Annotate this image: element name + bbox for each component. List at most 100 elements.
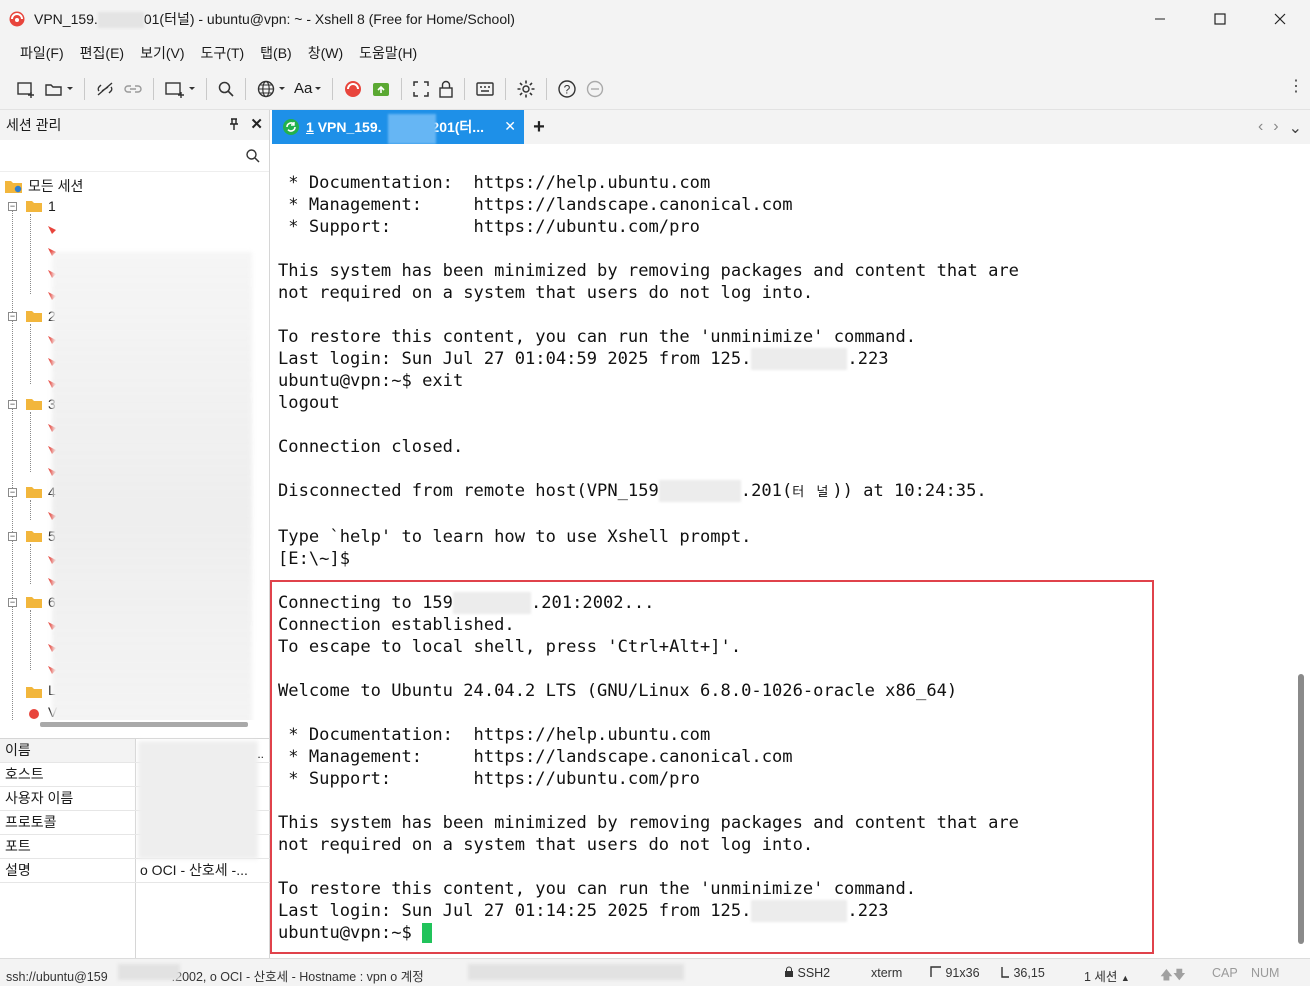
close-icon	[1274, 13, 1286, 25]
session-panel-title: 세션 관리	[6, 117, 62, 133]
terminal-scrollbar[interactable]	[1294, 144, 1310, 958]
prop-key-username: 사용자 이름	[0, 787, 136, 810]
collapse-icon[interactable]: −	[8, 312, 17, 321]
toolbar: Aa ? ⋮	[0, 68, 1310, 110]
collapse-icon[interactable]: −	[8, 532, 17, 541]
redacted-area	[468, 964, 684, 980]
svg-text:?: ?	[564, 82, 571, 96]
tab-list-icon[interactable]: ⌄	[1289, 118, 1302, 138]
status-num: NUM	[1251, 966, 1280, 980]
tab-prev-icon[interactable]: ‹	[1258, 118, 1263, 138]
minimize-button[interactable]	[1130, 0, 1190, 38]
prop-val-description: o OCI - 산호세 -...	[140, 862, 248, 878]
scrollbar-thumb[interactable]	[1298, 674, 1304, 944]
status-size: 91x36	[930, 966, 980, 980]
chevron-down-icon	[279, 86, 285, 90]
xshell-button[interactable]	[339, 75, 367, 103]
prop-key-port: 포트	[0, 835, 136, 858]
status-transfer-icon: 🡅🡇	[1160, 968, 1186, 982]
gear-icon	[517, 80, 535, 97]
link-icon	[124, 84, 142, 93]
redacted-area	[52, 252, 252, 720]
folder-icon	[26, 597, 42, 608]
chevron-down-icon	[315, 86, 322, 90]
tree-connector	[30, 544, 31, 584]
xshell-session-icon[interactable]	[28, 708, 40, 720]
fullscreen-button[interactable]	[408, 75, 434, 103]
toolbar-separator	[505, 77, 507, 100]
pin-icon[interactable]	[227, 117, 241, 131]
chat-icon	[587, 80, 604, 97]
toolbar-separator	[546, 77, 548, 100]
menu-help[interactable]: 도움말(H)	[351, 43, 425, 63]
menu-tab[interactable]: 탭(B)	[252, 43, 300, 63]
menu-edit[interactable]: 편집(E)	[72, 43, 132, 63]
tab-close-icon[interactable]: ✕	[504, 118, 516, 135]
folder-icon[interactable]	[26, 686, 42, 698]
folder-icon	[26, 487, 42, 498]
panel-splitter[interactable]	[40, 722, 248, 727]
session-options-button[interactable]	[160, 75, 200, 103]
tab-next-icon[interactable]: ›	[1273, 118, 1278, 138]
menu-file[interactable]: 파일(F)	[12, 43, 72, 63]
collapse-icon[interactable]: −	[8, 400, 17, 409]
help-button[interactable]: ?	[553, 75, 581, 103]
toolbar-overflow-icon[interactable]: ⋮	[1288, 76, 1304, 96]
tree-root-label: 모든 세션	[28, 178, 84, 194]
new-session-icon	[17, 81, 34, 98]
maximize-icon	[1214, 13, 1226, 25]
folder-label: 1	[48, 198, 56, 214]
menu-tools[interactable]: 도구(T)	[193, 43, 253, 63]
status-connection: ssh://ubuntu@159:2002, o OCI - 산호세 - Hos…	[6, 970, 424, 984]
unlink-icon	[97, 81, 113, 96]
redacted-area	[118, 964, 180, 980]
collapse-icon[interactable]: −	[8, 598, 17, 607]
folder-icon	[26, 399, 42, 410]
tree-root-all-sessions[interactable]: 모든 세션	[4, 176, 83, 196]
reconnect-button[interactable]	[119, 75, 147, 103]
folder-icon	[26, 531, 42, 542]
folder-open-icon	[45, 83, 62, 96]
close-window-button[interactable]	[1250, 0, 1310, 38]
globe-icon	[257, 80, 275, 97]
session-properties: 이름 .. 호스트 사용자 이름 프로토콜 포트 설명 o OCI - 산호세 …	[0, 738, 270, 959]
toolbar-separator	[332, 77, 334, 100]
menu-window[interactable]: 창(W)	[300, 43, 351, 63]
prop-key-description: 설명	[0, 859, 136, 882]
sessions-folder-icon	[5, 181, 22, 193]
find-button[interactable]	[213, 75, 239, 103]
chevron-down-icon	[67, 86, 73, 90]
font-label: Aa	[294, 80, 313, 97]
compose-button[interactable]	[471, 75, 499, 103]
collapse-icon[interactable]: −	[8, 202, 17, 211]
tab-session-1[interactable]: 1 VPN_159. .201(터... ✕	[272, 110, 524, 144]
session-icon[interactable]	[46, 224, 58, 236]
session-tree: 모든 세션 − 1 − 2 − 3	[0, 172, 269, 720]
status-protocol: SSH2	[784, 966, 830, 980]
xftp-button[interactable]	[367, 75, 395, 103]
menu-view[interactable]: 보기(V)	[132, 43, 192, 63]
redacted-area	[388, 114, 436, 144]
maximize-button[interactable]	[1190, 0, 1250, 38]
toolbar-separator	[245, 77, 246, 100]
new-session-button[interactable]	[12, 75, 40, 103]
session-panel-close-icon[interactable]: ✕	[250, 115, 263, 133]
prop-key-host: 호스트	[0, 763, 136, 786]
xshell-logo-icon	[9, 11, 25, 27]
session-search[interactable]	[0, 140, 269, 172]
lock-button[interactable]	[434, 75, 458, 103]
status-caps: CAP	[1212, 966, 1238, 980]
encoding-button[interactable]	[252, 75, 290, 103]
disconnect-button[interactable]	[91, 75, 119, 103]
lock-icon	[439, 80, 454, 98]
collapse-icon[interactable]: −	[8, 488, 17, 497]
help-icon: ?	[558, 79, 577, 98]
fullscreen-icon	[413, 80, 430, 97]
chat-button[interactable]	[581, 75, 609, 103]
folder-icon	[26, 201, 42, 212]
new-tab-button[interactable]: +	[524, 110, 554, 144]
font-button[interactable]: Aa	[290, 75, 326, 103]
settings-button[interactable]	[512, 75, 540, 103]
open-session-button[interactable]	[40, 75, 78, 103]
status-sessions[interactable]: 1 세션 ▲	[1084, 966, 1130, 985]
